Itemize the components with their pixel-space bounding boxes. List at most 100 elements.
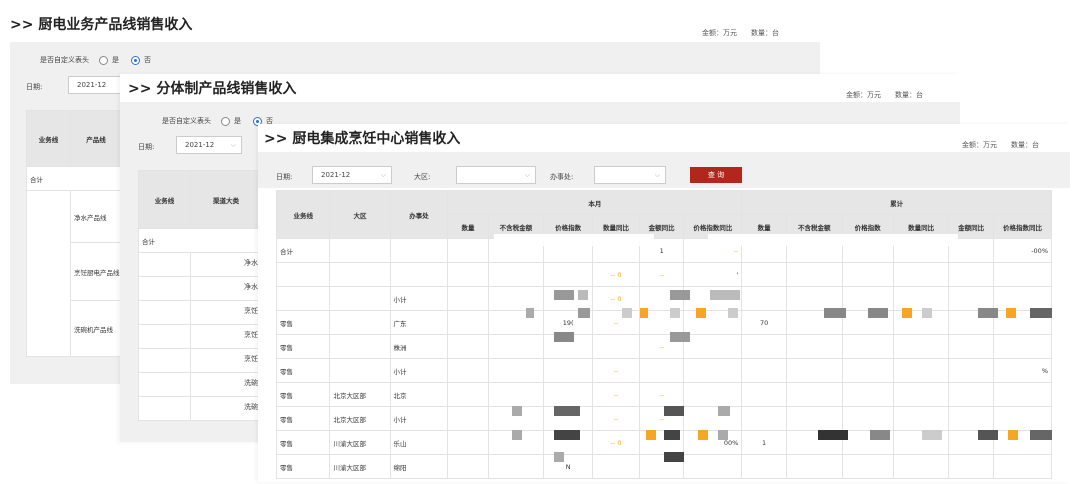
table-cell: 烹饪 [244, 307, 258, 315]
table-cell [138, 372, 191, 397]
custom-header-toggle: 是否自定义表头 是 否 [162, 116, 273, 126]
table-cell: 小计 [389, 358, 449, 383]
table-cell [275, 286, 331, 311]
redaction-mark [922, 430, 942, 440]
redaction-mark [922, 308, 932, 318]
redaction-mark [578, 308, 590, 318]
region-label: 大区: [414, 173, 431, 181]
redaction-mark [1008, 430, 1018, 440]
unit-label: 金额：万元 数量：台 [846, 91, 923, 99]
redaction-mark [512, 430, 522, 440]
table-cell [992, 334, 1053, 359]
redaction-mark [664, 406, 684, 416]
table-cell [683, 358, 743, 383]
redaction-block [708, 234, 958, 246]
table-cell [447, 454, 489, 479]
col-header: 业务线 [275, 190, 331, 239]
table-cell [543, 262, 594, 287]
table-cell: 广东 [389, 310, 449, 335]
redaction-mark [718, 430, 728, 440]
table-cell [785, 286, 843, 311]
radio-no[interactable] [131, 55, 140, 65]
table-cell: 70 [741, 310, 787, 335]
table-cell [992, 382, 1053, 407]
table-cell [543, 358, 594, 383]
table-cell: 川渝大区部 [329, 454, 391, 479]
table-cell: 零售 [275, 382, 331, 407]
table-cell [592, 454, 640, 479]
table-cell [948, 286, 994, 311]
query-button[interactable]: 查 询 [690, 167, 742, 183]
redaction-mark [622, 308, 632, 318]
table-cell [638, 358, 685, 383]
table-cell [892, 406, 950, 431]
table-cell [785, 358, 843, 383]
table-cell [741, 334, 787, 359]
office-select[interactable]: ⌵ [594, 166, 666, 184]
table-cell [892, 358, 950, 383]
redaction-mark [512, 406, 522, 416]
table-cell [329, 358, 391, 383]
table-cell: 净水 [244, 283, 258, 291]
table-cell [992, 286, 1053, 311]
page-title: >> 厨电集成烹饪中心销售收入 [264, 131, 461, 147]
redaction-mark [554, 452, 564, 462]
col-header: 渠道大类 [190, 170, 262, 229]
redaction-mark [646, 430, 656, 440]
chevron-down-icon: ⌵ [654, 170, 660, 179]
redaction-mark [710, 290, 740, 300]
table-cell [841, 358, 894, 383]
redaction-mark [554, 332, 574, 342]
table-cell: 绵阳 [389, 454, 449, 479]
table-cell [683, 454, 743, 479]
table-cell: 零售 [275, 358, 331, 383]
table-cell: 1 [741, 430, 787, 455]
table-cell: 北京大区部 [329, 406, 391, 431]
redaction-mark [978, 308, 998, 318]
table-cell [447, 334, 489, 359]
redaction-mark [526, 308, 534, 318]
table-cell [447, 406, 489, 431]
table-cell [138, 300, 191, 325]
redaction-mark [698, 430, 708, 440]
table-cell [785, 406, 843, 431]
table-cell: 零售 [275, 406, 331, 431]
redaction-mark [640, 308, 648, 318]
date-select[interactable]: 2021-12 ⌵ [176, 136, 242, 154]
group-header-current: 本月 [447, 190, 743, 215]
col-header: 业务线 [138, 170, 191, 229]
date-label: 日期: [138, 143, 155, 151]
table-cell [329, 286, 391, 311]
redaction-block [494, 234, 654, 246]
table-cell [992, 454, 1053, 479]
region-select[interactable]: ⌵ [456, 166, 536, 184]
table-cell: 北京 [389, 382, 449, 407]
table-cell: 净水产品线 [70, 190, 122, 243]
table-row: 零售 小计 --% [275, 358, 1053, 383]
radio-yes[interactable] [221, 116, 230, 126]
redaction-mark [902, 308, 912, 318]
table-row: 零售 北京大区部 北京 -- -- [275, 382, 1053, 407]
redaction-mark [978, 430, 998, 440]
table-cell: 烹饪 [244, 331, 258, 339]
table-cell [543, 382, 594, 407]
chevron-down-icon: ⌵ [380, 170, 386, 179]
table-cell [26, 190, 71, 357]
redaction-mark [670, 290, 690, 300]
redaction-mark [870, 430, 890, 440]
table-cell [741, 358, 787, 383]
table-cell [892, 454, 950, 479]
table-cell [389, 238, 449, 263]
chevron-down-icon: ⌵ [230, 140, 236, 149]
redaction-mark [578, 290, 588, 300]
table-row: 零售 株洲 -- [275, 334, 1053, 359]
radio-yes[interactable] [99, 55, 108, 65]
redaction-mark [1030, 430, 1052, 440]
redaction-mark [1030, 308, 1052, 318]
date-select[interactable]: 2021-12 [68, 76, 122, 94]
table-cell: -- [592, 310, 640, 335]
redaction-mark [554, 406, 580, 416]
date-select[interactable]: 2021-12 ⌵ [312, 166, 392, 184]
redaction-mark [670, 308, 680, 318]
panel-integrated-cooking: >> 厨电集成烹饪中心销售收入 金额：万元 数量：台 日期: 2021-12 ⌵ 大… [258, 124, 1070, 482]
